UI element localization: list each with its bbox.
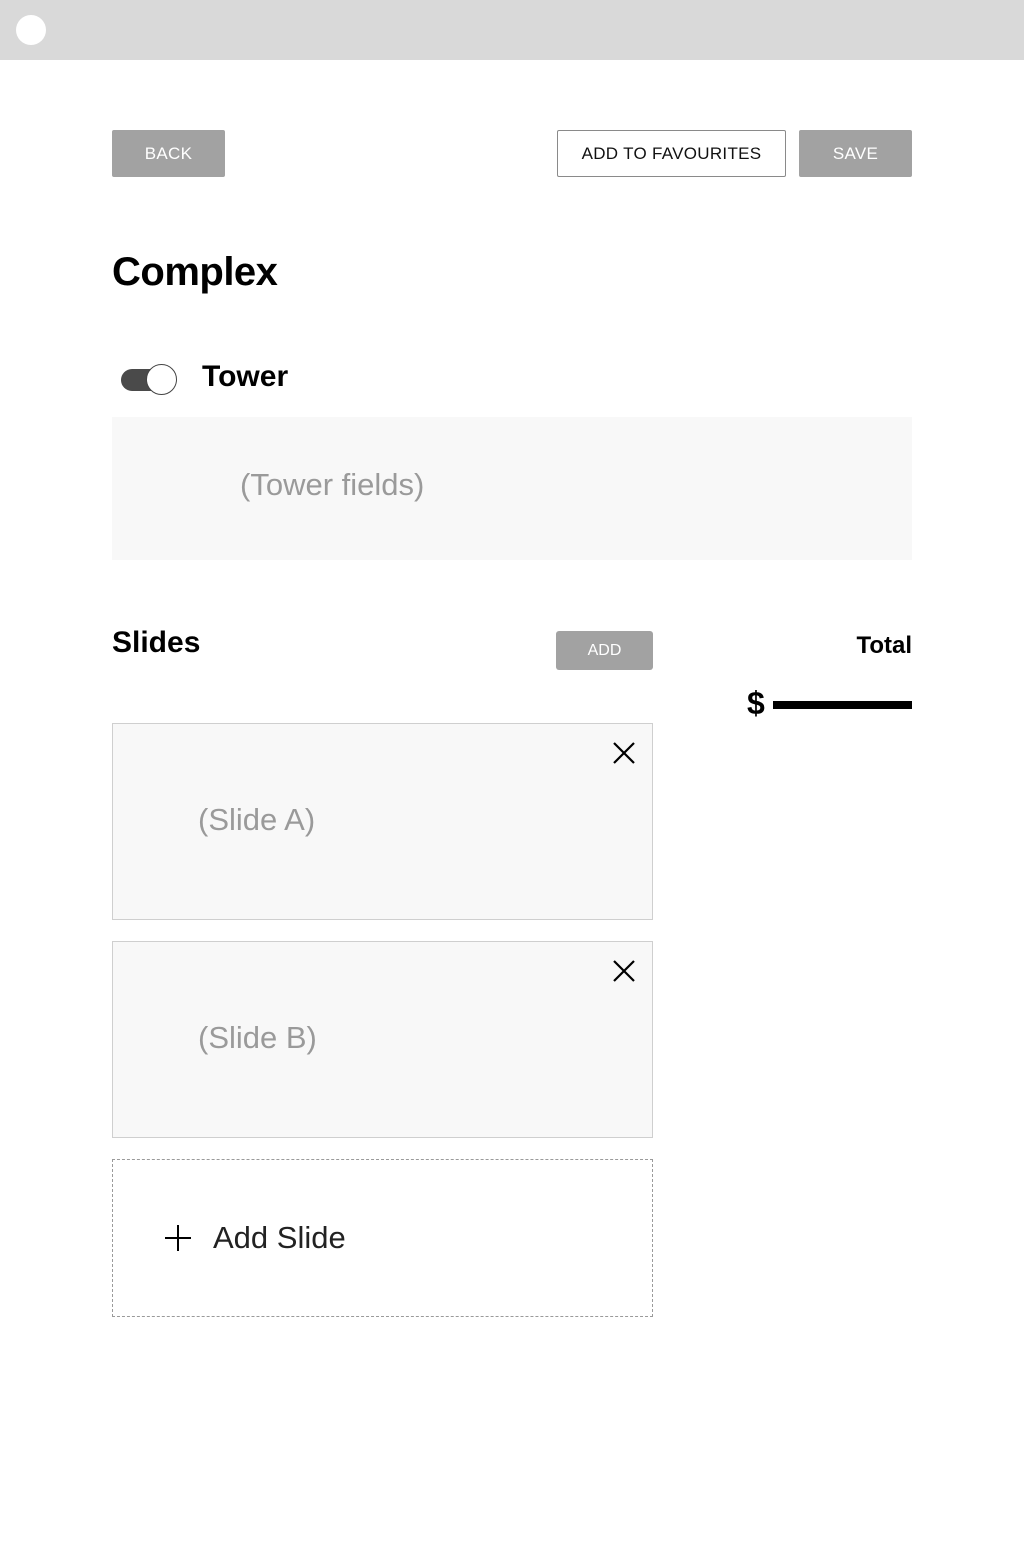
add-slide-label: Add Slide: [213, 1220, 346, 1255]
back-button[interactable]: BACK: [112, 130, 225, 177]
currency-symbol: $: [747, 685, 765, 721]
add-slide-dropzone[interactable]: Add Slide: [112, 1159, 653, 1317]
page: BACK ADD TO FAVOURITES SAVE Complex Towe…: [0, 0, 1024, 1549]
plus-icon: [163, 1223, 193, 1253]
top-bar: [0, 0, 1024, 60]
slides-heading: Slides: [112, 626, 201, 659]
slide-card: (Slide A): [112, 723, 653, 920]
toggle-knob: [146, 364, 177, 395]
add-to-favourites-button[interactable]: ADD TO FAVOURITES: [557, 130, 786, 177]
save-button[interactable]: SAVE: [799, 130, 912, 177]
circle-indicator-icon: [16, 15, 46, 45]
close-icon[interactable]: [611, 958, 637, 984]
page-title: Complex: [112, 250, 278, 294]
total-value-line: [773, 701, 912, 709]
total-label: Total: [856, 632, 912, 659]
add-slide-button[interactable]: ADD: [556, 631, 653, 670]
tower-toggle[interactable]: [121, 364, 177, 396]
slide-placeholder: (Slide B): [198, 1020, 317, 1055]
tower-fields-placeholder: (Tower fields): [240, 467, 425, 502]
tower-fields-panel: (Tower fields): [112, 417, 912, 560]
slide-placeholder: (Slide A): [198, 802, 316, 837]
tower-toggle-label: Tower: [202, 360, 289, 393]
slide-card: (Slide B): [112, 941, 653, 1138]
close-icon[interactable]: [611, 740, 637, 766]
